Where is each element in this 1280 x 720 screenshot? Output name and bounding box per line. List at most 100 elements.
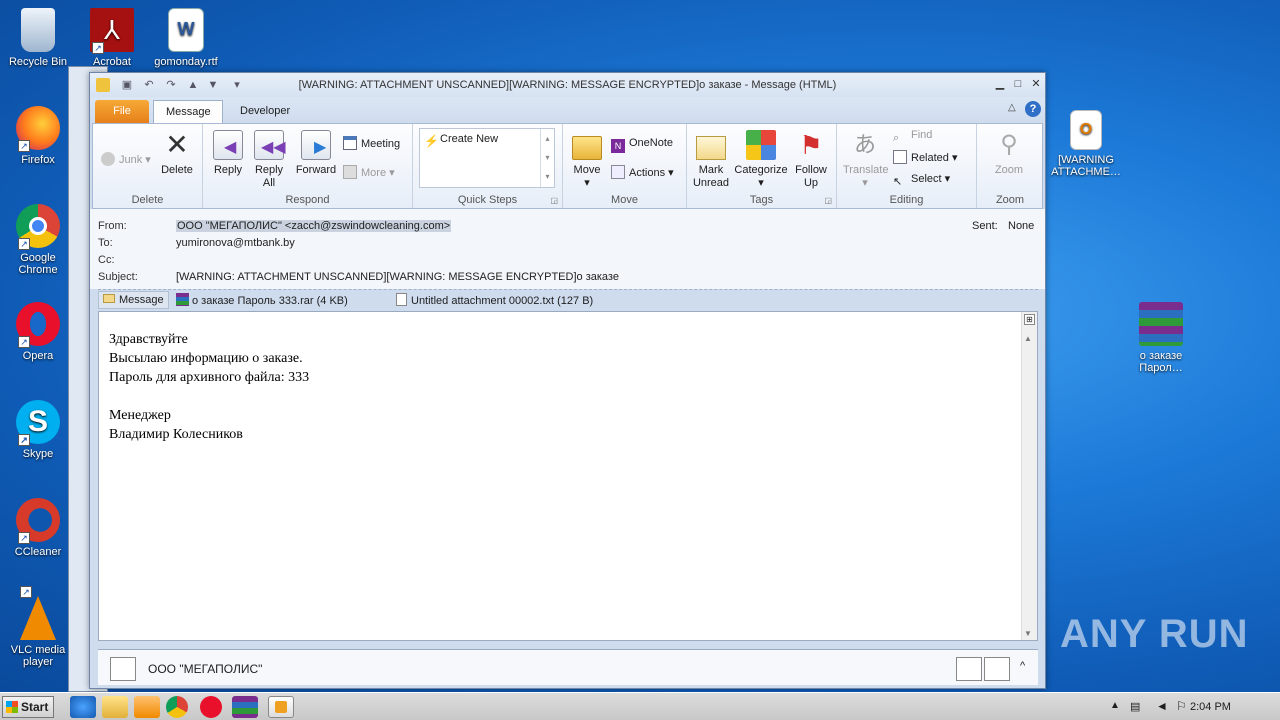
start-label: Start [21, 700, 49, 714]
clock[interactable]: 2:04 PM [1190, 701, 1231, 713]
tab-message[interactable]: Message [153, 100, 223, 123]
opera-taskbar-icon[interactable] [200, 696, 222, 718]
zoom-corner-icon[interactable]: ⊞ [1024, 314, 1035, 325]
close-button[interactable]: ✕ [1028, 77, 1044, 91]
junk-button[interactable]: Junk ▾ [101, 152, 151, 167]
scroll-down-icon[interactable]: ▼ [1024, 629, 1032, 638]
minimize-button[interactable]: ▁ [992, 77, 1008, 91]
volume-icon[interactable]: ◄ [1156, 699, 1168, 713]
more-label: More [361, 167, 387, 179]
tab-developer[interactable]: Developer [228, 100, 302, 123]
vertical-scrollbar[interactable]: ⊞ ▲ ▼ [1021, 312, 1037, 640]
meeting-button[interactable]: Meeting [343, 136, 400, 151]
attachment-txt[interactable]: Untitled attachment 00002.txt (127 B) [396, 293, 593, 307]
junk-icon [101, 152, 115, 166]
find-label: Find [911, 129, 933, 141]
windows-logo-icon [6, 701, 18, 713]
desktop-icon-label: о заказе Парол… [1139, 350, 1183, 374]
expand-people-pane-icon[interactable]: ^ [1020, 660, 1025, 672]
actions-button[interactable]: Actions ▾ [611, 165, 674, 180]
mark-unread-label: Mark Unread [692, 164, 730, 189]
explorer-icon[interactable] [102, 696, 128, 718]
message-window: ▣ ↶ ↷ ▲ ▼ ▾ [WARNING: ATTACHMENT UNSCANN… [89, 72, 1046, 689]
cc-label: Cc: [98, 254, 115, 266]
desktop-icon-skype[interactable]: S ↗ Skype [0, 400, 76, 460]
desktop-icon-opera[interactable]: ↗ Opera [0, 302, 76, 362]
desktop-icon-outlook-msg[interactable]: O [WARNING ATTACHME… [1047, 110, 1125, 178]
move-label: Move [573, 164, 601, 176]
avatar[interactable] [956, 657, 982, 681]
collapse-ribbon-icon[interactable]: △ [1008, 102, 1016, 113]
reply-all-button[interactable]: ◀◀ Reply All [251, 130, 287, 190]
chrome-taskbar-icon[interactable] [166, 696, 188, 718]
dialog-launcher-icon[interactable]: ◲ [824, 196, 832, 205]
outlook-taskbar-icon[interactable] [268, 696, 294, 718]
actions-icon [611, 165, 625, 179]
message-header: From: ООО "МЕГАПОЛИС" <zacch@zswindowcle… [90, 209, 1045, 289]
gallery-scroll[interactable]: ▴ ▾ ▾ [540, 129, 554, 187]
meeting-label: Meeting [361, 138, 401, 150]
desktop-icon-label: Firefox [21, 154, 55, 166]
skype-icon: S ↗ [16, 400, 60, 446]
reply-all-label: Reply All [254, 164, 284, 189]
message-body[interactable]: Здравствуйте Высылаю информацию о заказе… [98, 311, 1038, 641]
start-button[interactable]: Start [2, 696, 54, 718]
attachment-rar[interactable]: о заказе Пароль 333.rar (4 KB) [176, 293, 348, 307]
select-button[interactable]: ↖ Select ▾ [893, 172, 950, 189]
cursor-icon: ↖ [893, 176, 903, 188]
avatar[interactable] [984, 657, 1010, 681]
tab-file[interactable]: File [95, 100, 149, 123]
network-icon[interactable]: ▤ [1130, 700, 1140, 713]
desktop-icon-acrobat[interactable]: ⅄ ↗ Acrobat [74, 8, 150, 68]
desktop-icon-winrar-archive[interactable]: о заказе Парол… [1123, 302, 1199, 374]
desktop-icon-vlc[interactable]: ↗ VLC media player [0, 586, 76, 668]
media-player-icon[interactable] [134, 696, 160, 718]
from-value[interactable]: ООО "МЕГАПОЛИС" <zacch@zswindowcleaning.… [176, 220, 452, 232]
desktop-icon-word-doc[interactable]: W gomonday.rtf [148, 8, 224, 68]
onenote-button[interactable]: N OneNote [611, 136, 673, 153]
show-hidden-icons[interactable]: ▲ [1110, 700, 1120, 711]
create-new-label: Create New [440, 133, 499, 145]
action-center-flag-icon[interactable]: ⚐ [1176, 699, 1187, 713]
zoom-label: Zoom [994, 164, 1024, 176]
winrar-taskbar-icon[interactable] [232, 696, 258, 718]
forward-button[interactable]: ▶ Forward [293, 130, 339, 177]
delete-button[interactable]: ✕ Delete [157, 130, 197, 177]
title-bar: ▣ ↶ ↷ ▲ ▼ ▾ [WARNING: ATTACHMENT UNSCANN… [90, 73, 1045, 97]
create-new-quick-step[interactable]: ⚡Create New [424, 132, 498, 148]
reply-icon: ◀ [213, 130, 243, 160]
ie-icon[interactable] [70, 696, 96, 718]
quick-steps-gallery[interactable]: ⚡Create New ▴ ▾ ▾ [419, 128, 555, 188]
desktop-icon-label: gomonday.rtf [154, 56, 218, 68]
recycle-bin-icon [21, 8, 55, 52]
group-quick-steps: ⚡Create New ▴ ▾ ▾ Quick Steps ◲ [413, 124, 563, 208]
related-label: Related [911, 152, 949, 164]
move-button[interactable]: Move ▾ [569, 130, 605, 190]
desktop-icon-chrome[interactable]: ↗ Google Chrome [0, 204, 76, 276]
categorize-button[interactable]: Categorize ▾ [733, 130, 789, 190]
message-tab[interactable]: Message [98, 291, 169, 309]
vlc-icon: ↗ [20, 586, 56, 640]
desktop-icon-firefox[interactable]: ↗ Firefox [0, 106, 76, 166]
find-button[interactable]: ⌕ Find [893, 128, 932, 145]
dialog-launcher-icon[interactable]: ◲ [550, 196, 558, 205]
desktop-icon-recycle-bin[interactable]: Recycle Bin [0, 8, 76, 68]
more-icon [343, 165, 357, 179]
help-icon[interactable]: ? [1025, 101, 1041, 117]
follow-up-button[interactable]: ⚑ Follow Up [791, 130, 831, 190]
desktop-icon-label: Opera [22, 350, 54, 362]
translate-button[interactable]: あ Translate ▾ [843, 130, 888, 190]
related-button[interactable]: Related ▾ [893, 150, 958, 165]
maximize-button[interactable]: □ [1010, 77, 1026, 91]
desktop-icon-ccleaner[interactable]: ↗ CCleaner [0, 498, 76, 558]
to-value[interactable]: yumironova@mtbank.by [176, 237, 295, 249]
avatar[interactable] [110, 657, 136, 681]
mark-unread-button[interactable]: Mark Unread [691, 130, 731, 190]
zoom-button[interactable]: ⚲ Zoom [987, 130, 1031, 177]
scroll-up-icon[interactable]: ▲ [1024, 334, 1032, 343]
more-button[interactable]: More ▾ [343, 165, 395, 180]
reply-button[interactable]: ◀ Reply [211, 130, 245, 177]
group-label-quick-steps: Quick Steps [457, 194, 518, 206]
desktop-icon-label: CCleaner [14, 546, 62, 558]
group-label-delete: Delete [131, 194, 164, 206]
